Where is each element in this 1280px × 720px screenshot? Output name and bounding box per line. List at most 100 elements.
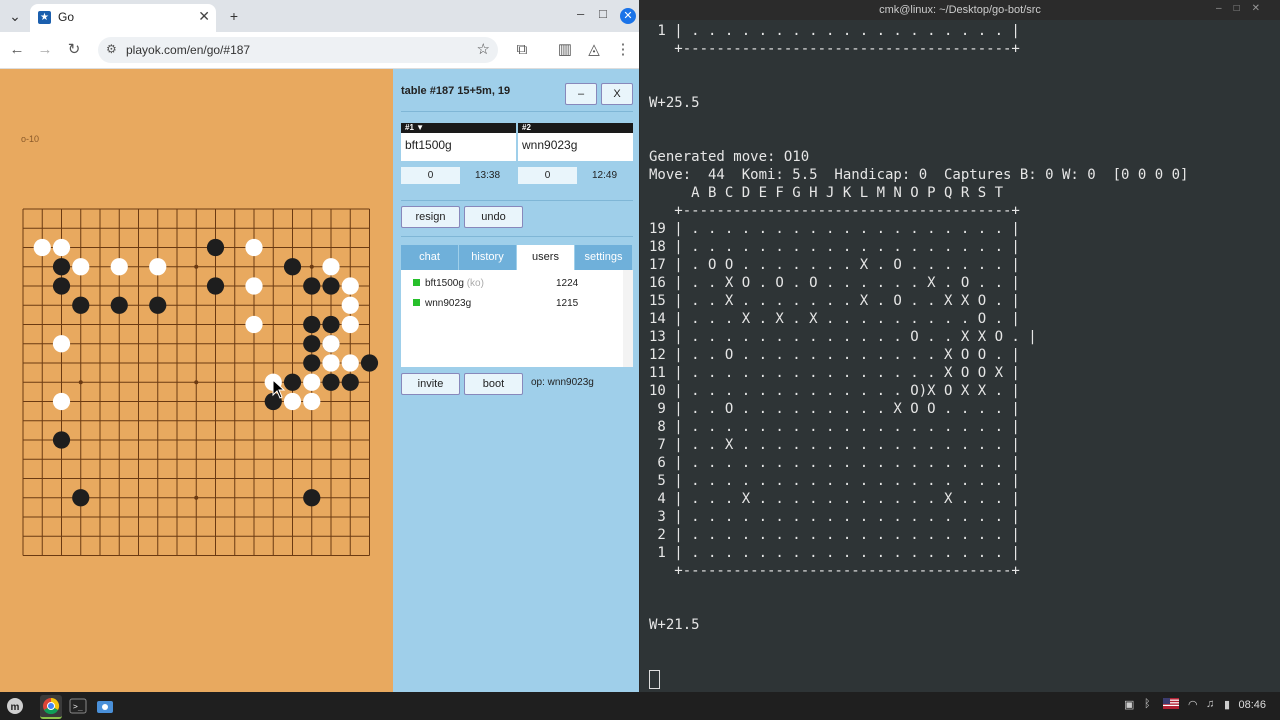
- sidepanel-icon[interactable]: ▥: [555, 40, 575, 60]
- black-stone: [341, 373, 359, 391]
- white-stone: [322, 354, 340, 372]
- browser-tab[interactable]: ★ Go ✕: [30, 4, 216, 32]
- tab-settings[interactable]: settings: [575, 245, 632, 270]
- seat-2-clock: 12:49: [592, 170, 618, 181]
- user-rating: 1224: [556, 278, 579, 289]
- terminal-window[interactable]: cmk@linux: ~/Desktop/go-bot/src –□✕ 1 | …: [640, 0, 1280, 692]
- tab-history[interactable]: history: [459, 245, 516, 270]
- black-stone: [322, 315, 340, 334]
- star-point: [194, 264, 199, 269]
- black-stone: [110, 296, 128, 314]
- start-menu-icon[interactable]: m: [4, 695, 26, 717]
- divider: [401, 200, 633, 201]
- opponent-label: op: wnn9023g: [531, 377, 594, 388]
- minimize-icon[interactable]: –: [577, 6, 584, 21]
- list-item[interactable]: bft1500g (ko): [413, 278, 484, 289]
- seat-1-header: #1 ▼: [401, 123, 516, 133]
- star-point: [194, 495, 199, 500]
- undo-button[interactable]: undo: [464, 206, 523, 228]
- user-tag: (ko): [466, 278, 484, 289]
- address-bar[interactable]: ⚙ playok.com/en/go/#187 ☆: [98, 37, 498, 63]
- tab-users[interactable]: users: [517, 245, 574, 270]
- chrome-taskbar-icon[interactable]: [40, 695, 62, 719]
- black-stone: [360, 354, 379, 372]
- terminal-window-controls[interactable]: –□✕: [1216, 3, 1272, 14]
- table-panel: table #187 15+5m, 19 – X #1 ▼ bft1500g #…: [393, 69, 639, 692]
- list-item[interactable]: wnn9023g: [413, 298, 471, 309]
- black-stone: [303, 277, 321, 295]
- tab-search-icon[interactable]: ⌄: [5, 6, 25, 26]
- battery-icon[interactable]: ▮: [1224, 698, 1230, 711]
- white-stone: [303, 392, 321, 411]
- minimize-table-button[interactable]: –: [565, 83, 597, 105]
- reload-icon[interactable]: ↻: [64, 40, 84, 60]
- black-stone: [322, 373, 340, 391]
- star-point: [194, 380, 199, 385]
- browser-window: ⌄ ★ Go ✕ + – □ ✕ ← → ↻ ⚙ playok.com/en/g…: [0, 0, 639, 692]
- black-stone: [283, 373, 302, 391]
- white-stone: [52, 392, 71, 411]
- tab-close-icon[interactable]: ✕: [198, 8, 210, 25]
- tab-chat[interactable]: chat: [401, 245, 458, 270]
- black-stone: [303, 315, 321, 334]
- back-icon[interactable]: ←: [7, 40, 27, 60]
- profile-icon[interactable]: ◬: [584, 40, 604, 60]
- menu-icon[interactable]: ⋮: [613, 40, 633, 60]
- new-tab-icon[interactable]: +: [224, 6, 244, 26]
- white-stone: [303, 373, 321, 391]
- user-name: bft1500g: [425, 278, 464, 289]
- player-seat-2[interactable]: #2 wnn9023g: [518, 123, 633, 161]
- boot-button[interactable]: boot: [464, 373, 523, 395]
- tab-strip: ⌄ ★ Go ✕ + – □ ✕: [0, 0, 639, 32]
- bluetooth-icon[interactable]: ᛒ: [1144, 698, 1151, 710]
- terminal-taskbar-icon[interactable]: >_: [67, 695, 89, 717]
- white-stone: [283, 392, 302, 411]
- black-stone: [72, 489, 90, 507]
- white-stone: [341, 296, 359, 314]
- black-stone: [303, 489, 321, 507]
- board-area: o-10: [0, 69, 393, 692]
- user-list: bft1500g (ko) 1224 wnn9023g 1215: [401, 270, 633, 367]
- black-stone: [206, 277, 225, 295]
- bookmark-star-icon[interactable]: ☆: [477, 40, 490, 58]
- black-stone: [283, 258, 302, 276]
- maximize-icon[interactable]: □: [599, 6, 607, 21]
- divider: [401, 111, 633, 112]
- svg-text:m: m: [11, 702, 20, 713]
- black-stone: [303, 335, 321, 353]
- terminal-title: cmk@linux: ~/Desktop/go-bot/src: [640, 0, 1280, 20]
- star-point: [78, 380, 83, 385]
- url-text: playok.com/en/go/#187: [126, 43, 251, 57]
- go-board[interactable]: [0, 69, 393, 692]
- taskbar: m >_ ▣ ᛒ ◠ ♫ ▮ 08:46: [0, 692, 1280, 720]
- site-info-icon[interactable]: ⚙: [106, 42, 117, 56]
- window-close-icon[interactable]: ✕: [620, 8, 636, 24]
- white-stone: [52, 335, 71, 353]
- black-stone: [322, 277, 340, 295]
- resign-button[interactable]: resign: [401, 206, 460, 228]
- white-stone: [341, 354, 359, 372]
- extensions-icon[interactable]: ⧉: [512, 40, 532, 60]
- player-seat-1[interactable]: #1 ▼ bft1500g: [401, 123, 516, 161]
- white-stone: [322, 335, 340, 353]
- terminal-output: 1 | . . . . . . . . . . . . . . . . . . …: [649, 23, 1189, 633]
- forward-icon[interactable]: →: [35, 40, 55, 60]
- divider: [401, 236, 633, 237]
- terminal-cursor: [649, 670, 660, 689]
- close-table-button[interactable]: X: [601, 83, 633, 105]
- camera-tray-icon[interactable]: ▣: [1124, 698, 1134, 711]
- invite-button[interactable]: invite: [401, 373, 460, 395]
- white-stone: [149, 258, 167, 276]
- favicon-icon: ★: [38, 11, 51, 24]
- white-stone: [110, 258, 128, 276]
- wifi-icon[interactable]: ◠: [1188, 698, 1198, 711]
- white-stone: [245, 238, 263, 257]
- sound-icon[interactable]: ♫: [1206, 698, 1214, 710]
- screenshot-taskbar-icon[interactable]: [94, 695, 116, 717]
- black-stone: [303, 354, 321, 372]
- seat-2-header: #2: [518, 123, 633, 133]
- user-list-scrollbar[interactable]: [623, 270, 633, 367]
- user-name: wnn9023g: [425, 298, 472, 309]
- black-stone: [52, 258, 71, 276]
- keyboard-layout-flag-icon[interactable]: [1163, 698, 1179, 712]
